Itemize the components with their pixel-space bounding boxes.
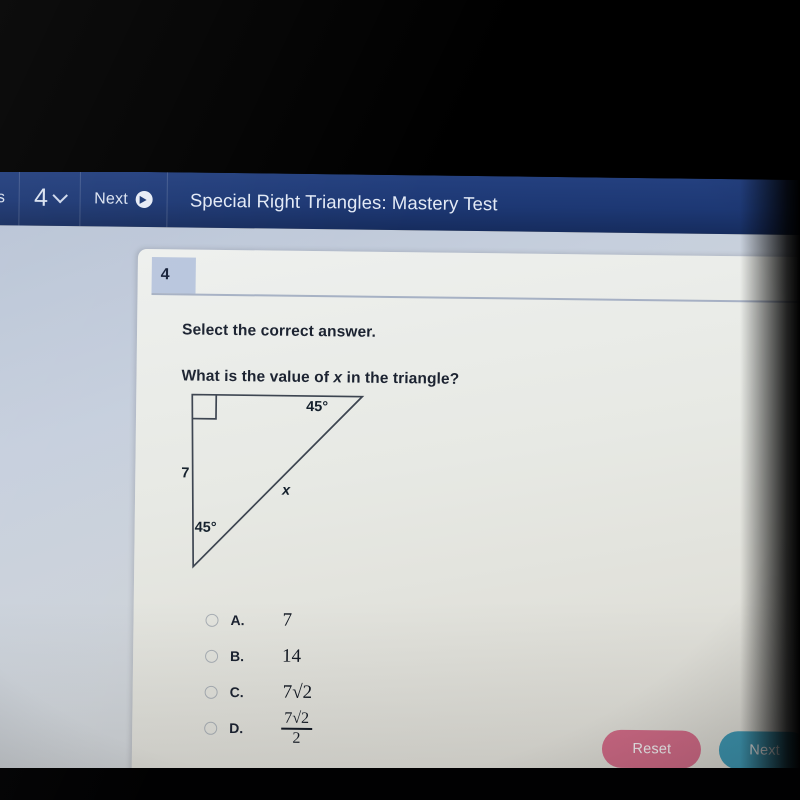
footer-button-group: Reset Next [602, 729, 800, 771]
screen-content: evious 4 Next Special Right Triangles: M… [0, 170, 800, 785]
option-letter-a: A. [230, 612, 245, 629]
question-prefix: What is the value of [181, 367, 334, 387]
triangle-hypotenuse-label: x [282, 482, 291, 499]
card-divider [151, 293, 800, 304]
triangle-outline [191, 393, 365, 569]
triangle-side-label: 7 [181, 465, 190, 482]
instruction-text: Select the correct answer. [181, 321, 377, 341]
photo-bottom-black-border [0, 768, 800, 800]
question-suffix: in the triangle? [342, 369, 460, 388]
question-variable: x [333, 369, 343, 387]
option-value-c: 7√2 [282, 681, 313, 704]
photo-top-black-border [0, 0, 800, 172]
triangle-figure: 7 45° 45° x [176, 389, 408, 597]
radio-button-d[interactable] [204, 721, 218, 735]
answer-options-list: A. 7 B. 14 C. 7√2 D. 7√2 2 [204, 602, 526, 750]
photographed-screen-frame: evious 4 Next Special Right Triangles: M… [0, 0, 800, 800]
assessment-title: Special Right Triangles: Mastery Test [189, 189, 498, 214]
option-row-b[interactable]: B. 14 [205, 638, 525, 678]
page-background: 4 Select the correct answer. What is the… [0, 224, 800, 785]
option-value-b: 14 [281, 645, 302, 667]
previous-button-label: evious [0, 188, 6, 206]
radio-button-a[interactable] [205, 613, 219, 627]
chevron-down-icon [51, 187, 68, 204]
question-number-dropdown[interactable]: 4 [20, 170, 80, 226]
triangle-angle-top-right-label: 45° [306, 398, 329, 416]
triangle-angle-bottom-left-label: 45° [194, 519, 217, 536]
question-tab-badge[interactable]: 4 [151, 257, 196, 294]
reset-button[interactable]: Reset [602, 729, 702, 769]
fraction: 7√2 2 [281, 709, 312, 747]
fraction-numerator: 7√2 [284, 709, 310, 728]
question-text: What is the value of x in the triangle? [181, 367, 459, 388]
radio-button-b[interactable] [205, 649, 219, 663]
arrow-right-circle-icon [135, 190, 154, 209]
option-value-d: 7√2 2 [281, 709, 312, 747]
option-letter-c: C. [229, 684, 244, 701]
fraction-denominator: 2 [292, 729, 301, 747]
next-nav-button[interactable]: Next [80, 171, 167, 227]
option-letter-b: B. [229, 648, 245, 665]
option-value-a: 7 [282, 609, 293, 631]
triangle-svg [191, 393, 365, 569]
question-card: 4 Select the correct answer. What is the… [131, 248, 800, 785]
radio-button-c[interactable] [204, 685, 218, 699]
right-angle-marker-icon [191, 394, 218, 420]
top-navigation-bar: evious 4 Next Special Right Triangles: M… [0, 170, 800, 236]
option-letter-d: D. [229, 720, 244, 737]
next-button[interactable]: Next [719, 731, 800, 771]
question-number-value: 4 [33, 183, 49, 212]
option-row-d[interactable]: D. 7√2 2 [204, 710, 524, 750]
next-nav-label: Next [94, 189, 129, 208]
option-row-a[interactable]: A. 7 [205, 602, 525, 642]
option-row-c[interactable]: C. 7√2 [204, 674, 524, 714]
previous-button[interactable]: evious [0, 170, 19, 225]
